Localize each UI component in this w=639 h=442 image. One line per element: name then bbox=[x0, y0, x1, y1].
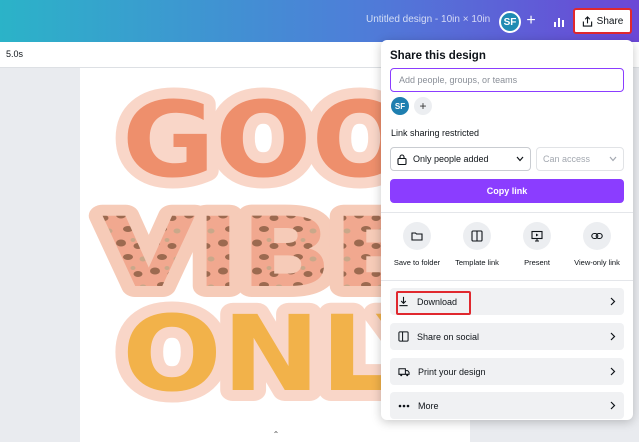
bar-chart-icon bbox=[554, 18, 564, 27]
link-sharing-label: Link sharing restricted bbox=[391, 128, 480, 138]
social-icon bbox=[398, 331, 409, 342]
divider bbox=[381, 212, 633, 213]
insights-button[interactable] bbox=[545, 11, 573, 33]
add-collaborator-button[interactable]: + bbox=[414, 97, 432, 115]
document-title[interactable]: Untitled design - 10in × 10in bbox=[366, 14, 490, 25]
chevron-right-icon bbox=[610, 297, 616, 306]
download-icon bbox=[399, 296, 408, 307]
collaborator-avatar[interactable]: SF bbox=[391, 97, 409, 115]
template-link-button[interactable]: Template link bbox=[447, 222, 507, 267]
divider bbox=[381, 280, 633, 281]
print-design-option[interactable]: Print your design bbox=[390, 358, 624, 385]
save-to-folder-label: Save to folder bbox=[393, 258, 441, 267]
chevron-down-icon bbox=[516, 156, 524, 162]
chevron-right-icon bbox=[610, 401, 616, 410]
view-only-link-label: View-only link bbox=[574, 258, 620, 267]
permission-value: Can access bbox=[543, 154, 591, 164]
copy-link-button[interactable]: Copy link bbox=[390, 179, 624, 203]
copy-link-label: Copy link bbox=[486, 186, 528, 196]
share-on-social-label: Share on social bbox=[417, 331, 480, 342]
permission-select[interactable]: Can access bbox=[536, 147, 624, 171]
add-people-input[interactable] bbox=[390, 68, 624, 92]
link-access-select[interactable]: Only people added bbox=[390, 147, 531, 171]
share-button[interactable]: Share bbox=[573, 8, 632, 34]
download-label: Download bbox=[417, 296, 458, 307]
page-collapse-handle[interactable]: ⌃ bbox=[265, 430, 287, 440]
template-link-label: Template link bbox=[455, 258, 499, 267]
share-upload-icon bbox=[582, 15, 592, 27]
top-bar: Untitled design - 10in × 10in SF + Share bbox=[0, 0, 639, 42]
more-label: More bbox=[418, 400, 439, 411]
share-label: Share bbox=[596, 15, 624, 27]
share-panel: Share this design SF + Link sharing rest… bbox=[381, 40, 633, 420]
save-to-folder-button[interactable]: Save to folder bbox=[387, 222, 447, 267]
link-access-value: Only people added bbox=[413, 154, 489, 164]
more-icon bbox=[398, 404, 410, 407]
share-on-social-option[interactable]: Share on social bbox=[390, 323, 624, 350]
avatar-initials: SF bbox=[503, 16, 517, 28]
chevron-down-icon bbox=[609, 156, 617, 162]
user-avatar[interactable]: SF bbox=[499, 11, 521, 33]
view-only-link-button[interactable]: View-only link bbox=[567, 222, 627, 267]
folder-icon bbox=[411, 232, 423, 241]
truck-icon bbox=[398, 367, 410, 376]
chevron-right-icon bbox=[610, 367, 616, 376]
download-option[interactable]: Download bbox=[390, 288, 624, 315]
print-design-label: Print your design bbox=[418, 366, 486, 377]
lock-icon bbox=[397, 153, 407, 165]
present-icon bbox=[531, 230, 543, 242]
share-panel-title: Share this design bbox=[390, 50, 486, 62]
link-icon bbox=[591, 232, 603, 240]
invite-plus-icon[interactable]: + bbox=[523, 10, 539, 32]
more-option[interactable]: More bbox=[390, 392, 624, 419]
present-button[interactable]: Present bbox=[507, 222, 567, 267]
page-duration[interactable]: 5.0s bbox=[6, 49, 23, 59]
chevron-right-icon bbox=[610, 332, 616, 341]
template-icon bbox=[471, 230, 483, 242]
present-label: Present bbox=[524, 258, 550, 267]
collaborator-initials: SF bbox=[394, 101, 406, 111]
